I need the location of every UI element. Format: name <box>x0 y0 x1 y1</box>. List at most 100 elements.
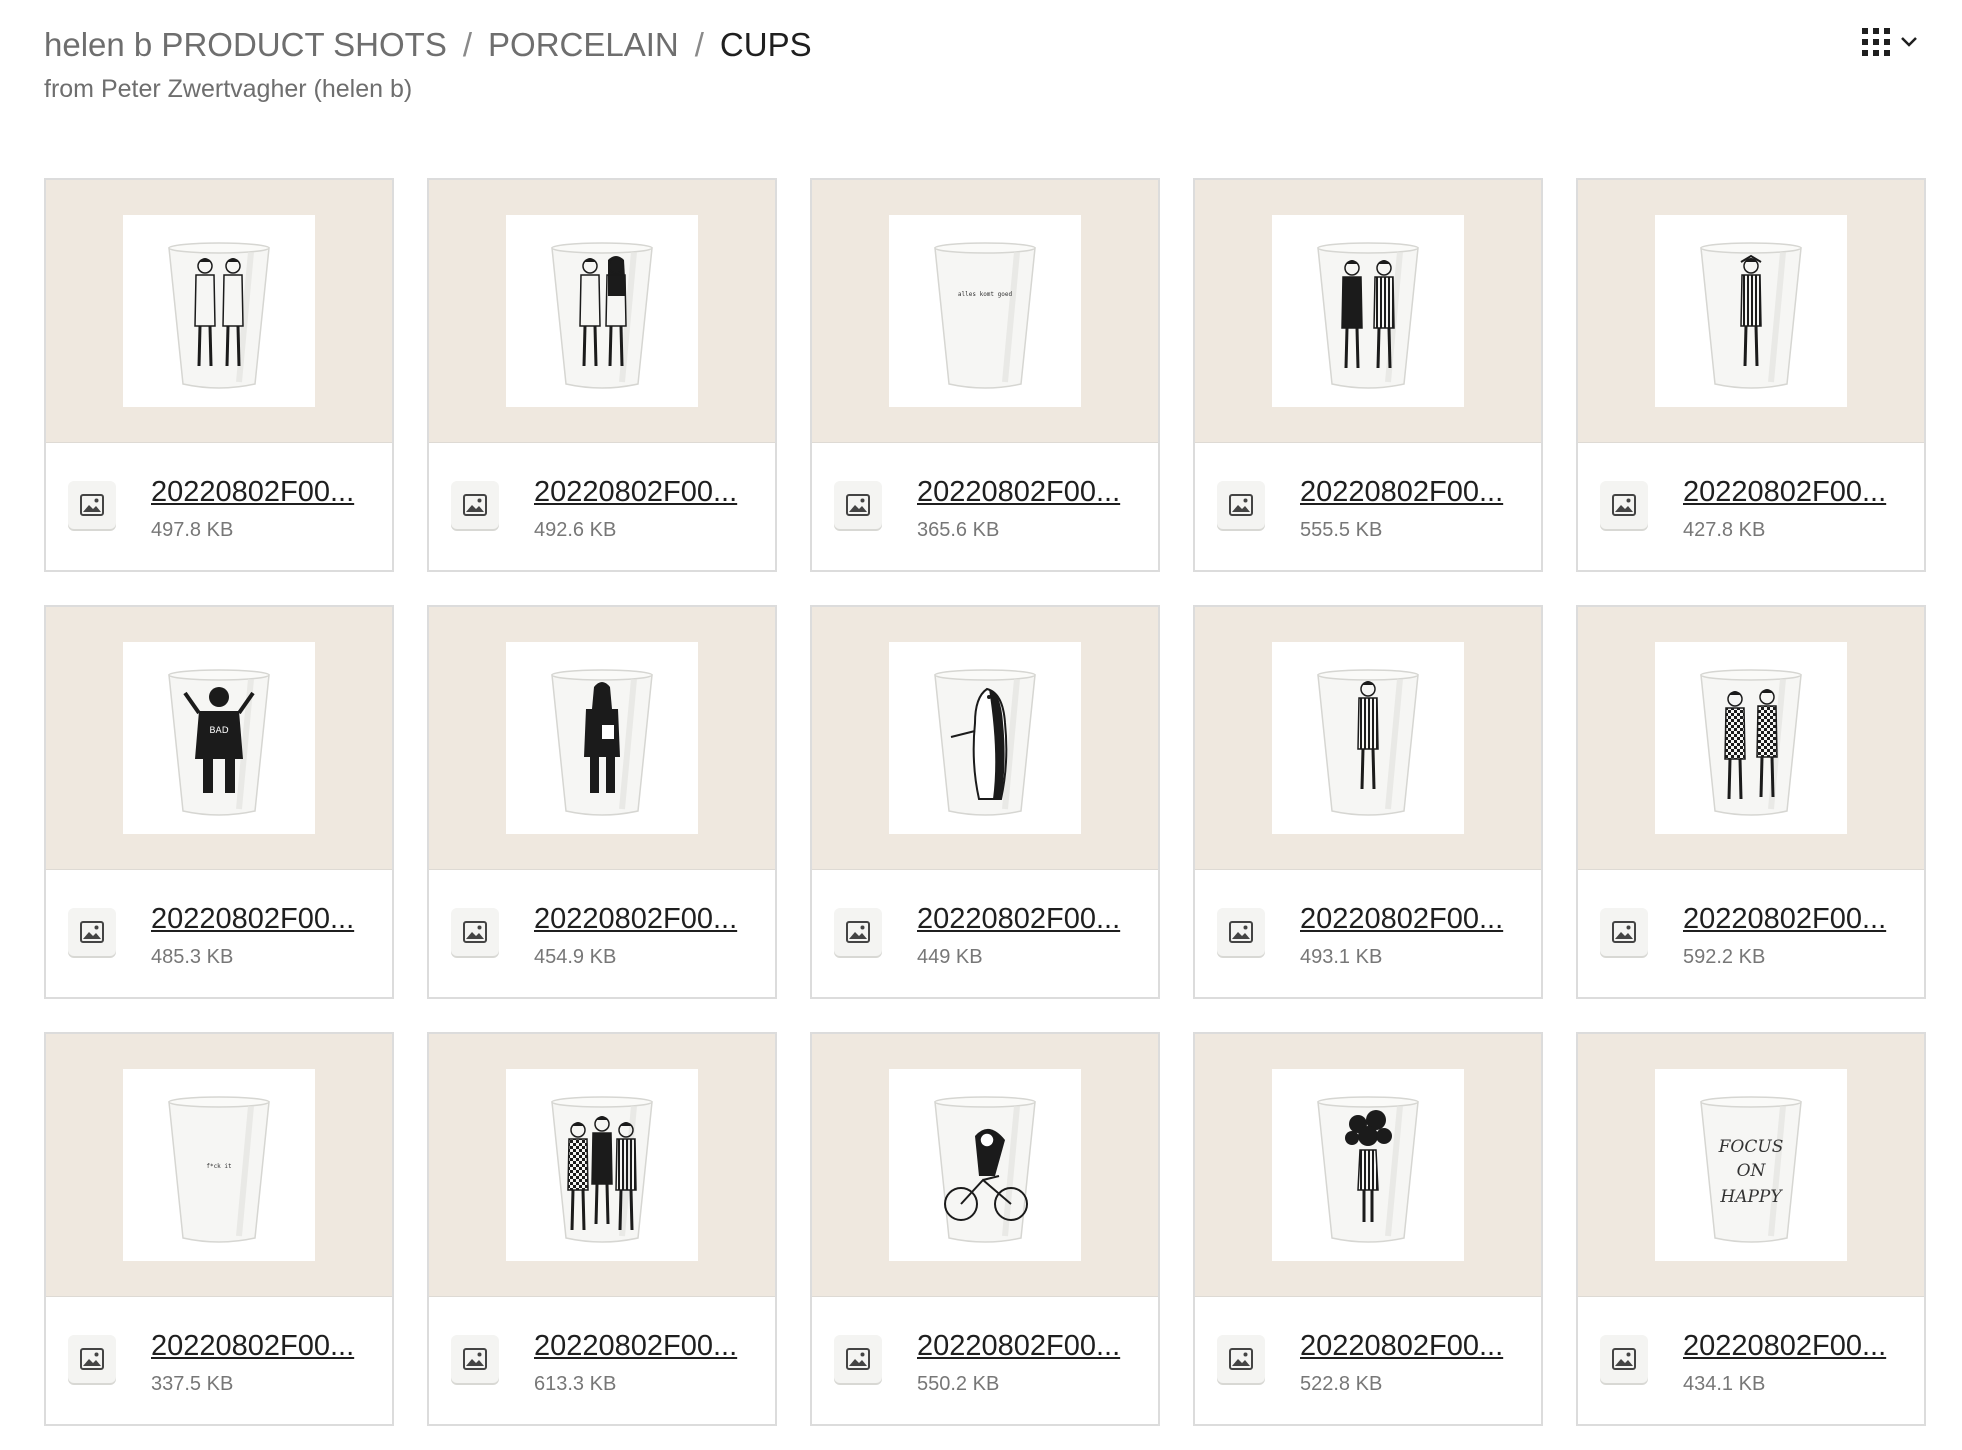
file-thumbnail[interactable] <box>812 1034 1158 1297</box>
file-name-link[interactable]: 20220802F00... <box>1683 900 1915 938</box>
file-info: 20220802F00... 613.3 KB <box>429 1297 775 1427</box>
file-size: 497.8 KB <box>151 519 234 541</box>
file-card[interactable]: alles komt goed 20220802F00... 365.6 KB <box>810 178 1160 572</box>
breadcrumb-root[interactable]: helen b PRODUCT SHOTS <box>44 22 447 68</box>
image-file-icon <box>1217 1335 1265 1383</box>
image-file-icon <box>834 1335 882 1383</box>
file-name-link[interactable]: 20220802F00... <box>534 1327 766 1365</box>
file-info: 20220802F00... 493.1 KB <box>1195 870 1541 1000</box>
file-size: 613.3 KB <box>534 1373 617 1395</box>
file-info: 20220802F00... 434.1 KB <box>1578 1297 1924 1427</box>
header: helen b PRODUCT SHOTS / PORCELAIN / CUPS… <box>44 22 1918 122</box>
cup-product-image <box>889 1069 1081 1261</box>
cup-product-image: alles komt goed <box>889 215 1081 407</box>
file-thumbnail[interactable]: BAD <box>46 607 392 870</box>
file-name-link[interactable]: 20220802F00... <box>534 473 766 511</box>
image-file-icon <box>451 481 499 529</box>
cup-product-image <box>1272 642 1464 834</box>
cup-product-image <box>1272 215 1464 407</box>
file-thumbnail[interactable] <box>429 180 775 443</box>
file-card[interactable]: 20220802F00... 493.1 KB <box>1193 605 1543 999</box>
file-card[interactable]: 20220802F00... 497.8 KB <box>44 178 394 572</box>
file-card[interactable]: 20220802F00... 522.8 KB <box>1193 1032 1543 1426</box>
image-file-icon <box>1217 908 1265 956</box>
svg-text:ON: ON <box>1737 1161 1767 1181</box>
file-info: 20220802F00... 449 KB <box>812 870 1158 1000</box>
file-size: 492.6 KB <box>534 519 617 541</box>
cup-product-image <box>1272 1069 1464 1261</box>
breadcrumb-separator: / <box>694 26 704 63</box>
file-name-link[interactable]: 20220802F00... <box>534 900 766 938</box>
file-size: 555.5 KB <box>1300 519 1383 541</box>
cup-product-image <box>1655 215 1847 407</box>
file-info: 20220802F00... 550.2 KB <box>812 1297 1158 1427</box>
breadcrumb-separator: / <box>462 26 473 63</box>
cup-product-image: BAD <box>123 642 315 834</box>
file-thumbnail[interactable] <box>46 180 392 443</box>
file-card[interactable]: 20220802F00... 449 KB <box>810 605 1160 999</box>
cup-product-image <box>506 215 698 407</box>
file-info: 20220802F00... 555.5 KB <box>1195 443 1541 573</box>
file-info: 20220802F00... 592.2 KB <box>1578 870 1924 1000</box>
file-info: 20220802F00... 365.6 KB <box>812 443 1158 573</box>
file-card[interactable]: 20220802F00... 454.9 KB <box>427 605 777 999</box>
file-thumbnail[interactable] <box>1578 180 1924 443</box>
file-thumbnail[interactable] <box>1195 607 1541 870</box>
file-thumbnail[interactable]: FOCUS ON HAPPY <box>1578 1034 1924 1297</box>
cup-product-image <box>889 642 1081 834</box>
file-name-link[interactable]: 20220802F00... <box>917 1327 1149 1365</box>
file-name-link[interactable]: 20220802F00... <box>151 900 383 938</box>
file-card[interactable]: 20220802F00... 492.6 KB <box>427 178 777 572</box>
file-card[interactable]: f*ck it 20220802F00... 337.5 KB <box>44 1032 394 1426</box>
image-file-icon <box>1217 481 1265 529</box>
file-info: 20220802F00... 492.6 KB <box>429 443 775 573</box>
file-info: 20220802F00... 497.8 KB <box>46 443 392 573</box>
file-thumbnail[interactable] <box>1195 180 1541 443</box>
breadcrumb-porcelain[interactable]: PORCELAIN <box>488 22 679 68</box>
file-name-link[interactable]: 20220802F00... <box>151 1327 383 1365</box>
file-size: 427.8 KB <box>1683 519 1766 541</box>
view-toggle-button[interactable] <box>1862 28 1918 56</box>
file-size: 493.1 KB <box>1300 946 1383 968</box>
file-thumbnail[interactable] <box>429 607 775 870</box>
image-file-icon <box>68 1335 116 1383</box>
image-file-icon <box>834 481 882 529</box>
file-name-link[interactable]: 20220802F00... <box>1300 1327 1532 1365</box>
file-name-link[interactable]: 20220802F00... <box>151 473 383 511</box>
image-file-icon <box>1600 908 1648 956</box>
cup-product-image: FOCUS ON HAPPY <box>1655 1069 1847 1261</box>
file-thumbnail[interactable]: f*ck it <box>46 1034 392 1297</box>
file-thumbnail[interactable] <box>812 607 1158 870</box>
file-name-link[interactable]: 20220802F00... <box>1683 473 1915 511</box>
image-file-icon <box>68 481 116 529</box>
cup-product-image <box>506 642 698 834</box>
breadcrumb: helen b PRODUCT SHOTS / PORCELAIN / CUPS <box>44 22 1918 68</box>
file-thumbnail[interactable] <box>429 1034 775 1297</box>
file-name-link[interactable]: 20220802F00... <box>1300 473 1532 511</box>
svg-text:HAPPY: HAPPY <box>1719 1187 1783 1207</box>
file-name-link[interactable]: 20220802F00... <box>1683 1327 1915 1365</box>
file-card[interactable]: 20220802F00... 555.5 KB <box>1193 178 1543 572</box>
file-info: 20220802F00... 454.9 KB <box>429 870 775 1000</box>
svg-text:BAD: BAD <box>209 726 228 736</box>
file-card[interactable]: 20220802F00... 592.2 KB <box>1576 605 1926 999</box>
file-card[interactable]: FOCUS ON HAPPY 20220802F00... 434.1 KB <box>1576 1032 1926 1426</box>
file-card[interactable]: 20220802F00... 613.3 KB <box>427 1032 777 1426</box>
file-thumbnail[interactable] <box>1578 607 1924 870</box>
file-card[interactable]: BAD 20220802F00... 485.3 KB <box>44 605 394 999</box>
file-thumbnail[interactable] <box>1195 1034 1541 1297</box>
file-name-link[interactable]: 20220802F00... <box>917 473 1149 511</box>
file-name-link[interactable]: 20220802F00... <box>917 900 1149 938</box>
file-card[interactable]: 20220802F00... 427.8 KB <box>1576 178 1926 572</box>
file-info: 20220802F00... 522.8 KB <box>1195 1297 1541 1427</box>
file-grid: 20220802F00... 497.8 KB 20220802F00... 4… <box>44 178 1928 1426</box>
file-size: 337.5 KB <box>151 1373 234 1395</box>
file-name-link[interactable]: 20220802F00... <box>1300 900 1532 938</box>
file-thumbnail[interactable]: alles komt goed <box>812 180 1158 443</box>
cup-product-image <box>123 215 315 407</box>
image-file-icon <box>451 1335 499 1383</box>
file-info: 20220802F00... 427.8 KB <box>1578 443 1924 573</box>
file-size: 365.6 KB <box>917 519 1000 541</box>
file-card[interactable]: 20220802F00... 550.2 KB <box>810 1032 1160 1426</box>
image-file-icon <box>68 908 116 956</box>
